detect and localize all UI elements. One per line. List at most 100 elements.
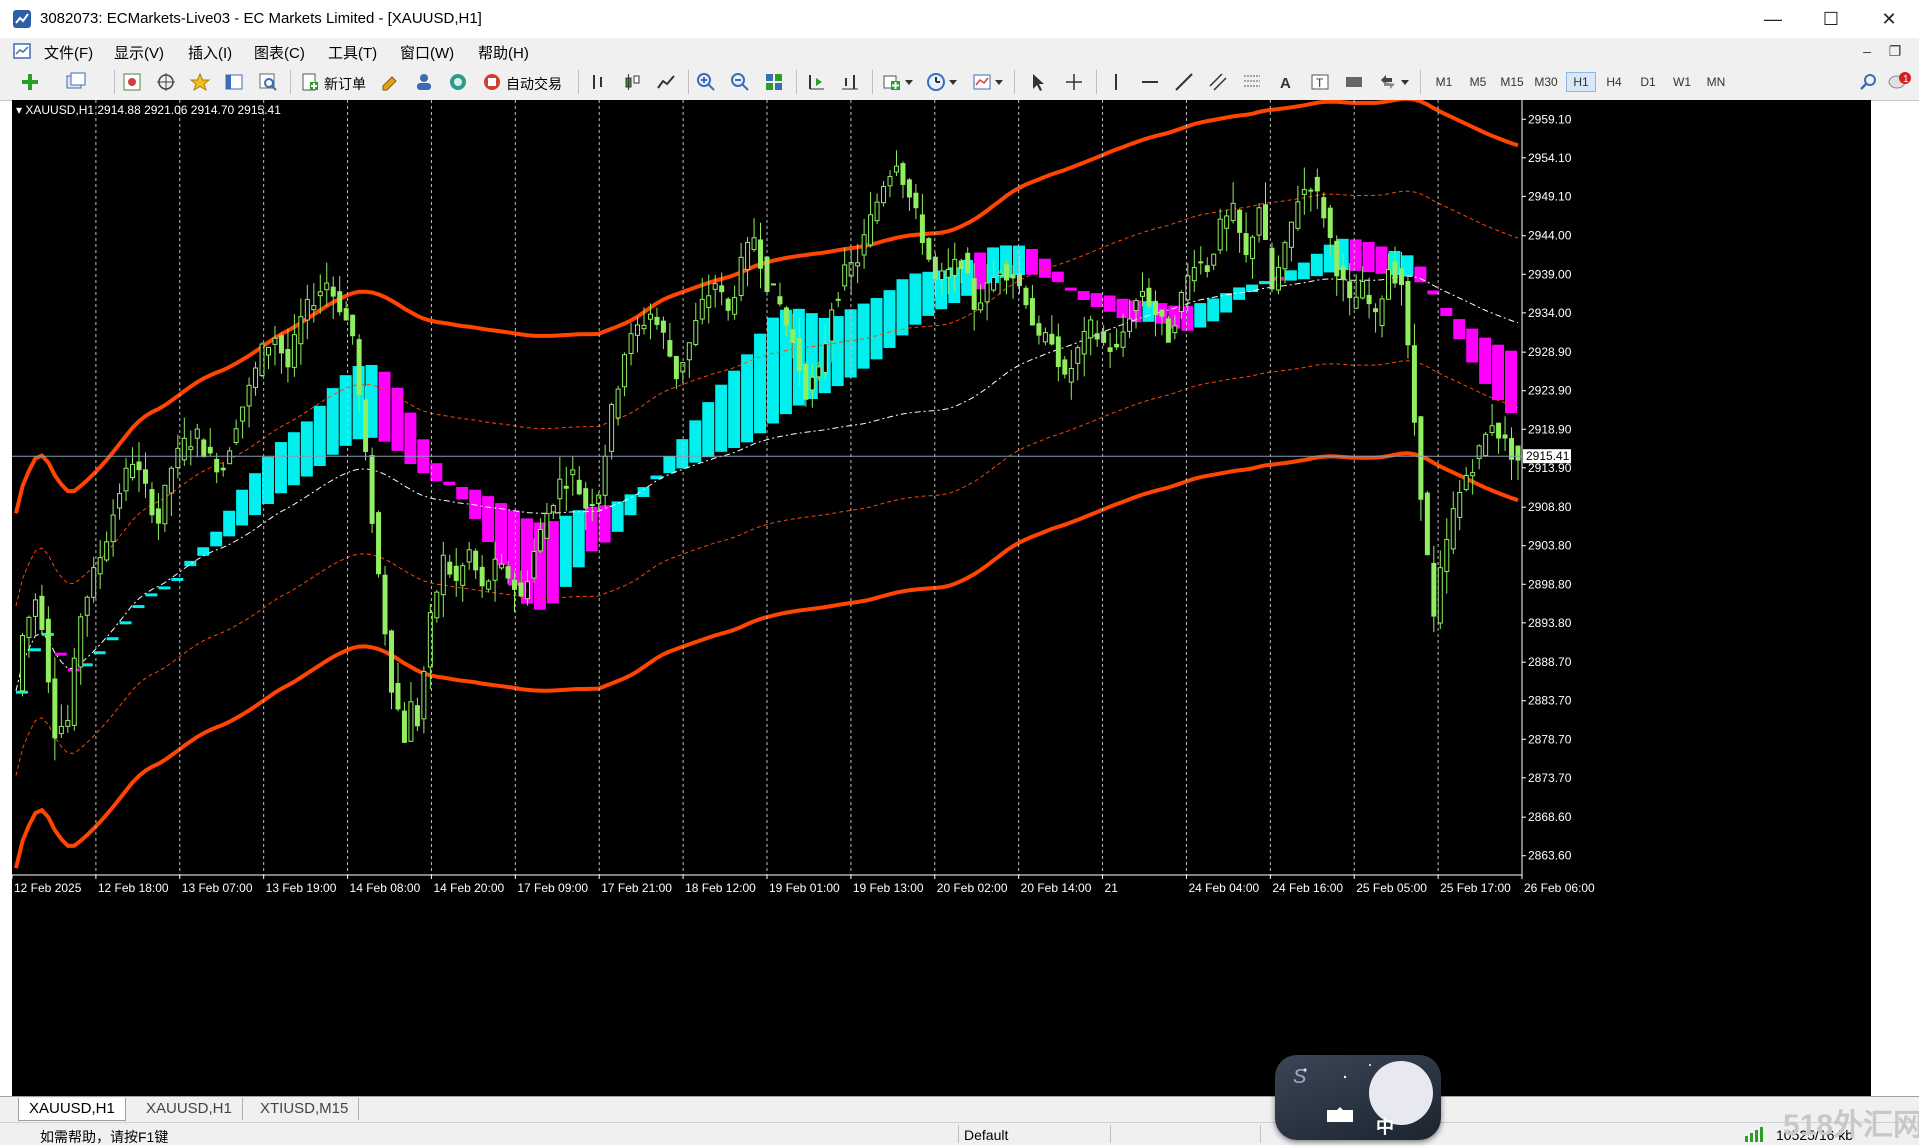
candle-body	[447, 561, 453, 575]
menu-tools[interactable]: 工具(T)	[328, 42, 377, 63]
candle-body	[84, 596, 90, 616]
templates-button[interactable]	[970, 70, 994, 94]
timeframe-w1[interactable]: W1	[1668, 72, 1696, 92]
candle-body	[376, 512, 382, 575]
terminal-button[interactable]	[222, 70, 246, 94]
indicators-button[interactable]	[880, 70, 904, 94]
new-order-button[interactable]: 新订单	[324, 74, 366, 94]
line-chart-button[interactable]	[654, 70, 678, 94]
ime-widget[interactable]: S 中	[1275, 1055, 1441, 1140]
candle-body	[583, 488, 589, 509]
candle-body	[868, 214, 874, 246]
indicator-block	[1064, 287, 1077, 291]
bar-chart-button[interactable]	[586, 70, 610, 94]
ime-mode-label[interactable]: 中	[1376, 1113, 1394, 1139]
tile-windows-button[interactable]	[762, 70, 786, 94]
candle-body	[1165, 318, 1171, 343]
menu-charts[interactable]: 图表(C)	[254, 42, 305, 63]
menu-help[interactable]: 帮助(H)	[478, 42, 529, 63]
indicator-block	[1077, 291, 1090, 301]
text-label-tool[interactable]: T	[1308, 70, 1332, 94]
candle-body	[945, 268, 951, 278]
new-chart-button[interactable]	[18, 70, 42, 94]
tab-xauusd-h1[interactable]: XAUUSD,H1	[18, 1098, 126, 1121]
close-button[interactable]: ✕	[1860, 0, 1918, 38]
vertical-line-tool[interactable]	[1104, 70, 1128, 94]
tab-xtiusd-m15[interactable]: XTIUSD,M15	[250, 1098, 360, 1120]
mdi-restore-button[interactable]: ❐	[1884, 42, 1906, 60]
indicator-block	[106, 637, 119, 641]
menu-file[interactable]: 文件(F)	[44, 42, 93, 63]
signals-button[interactable]	[446, 70, 470, 94]
candle-body	[1379, 298, 1385, 327]
text-tool[interactable]: A	[1274, 70, 1298, 94]
candle-body	[790, 329, 796, 343]
navigator-button[interactable]	[188, 70, 212, 94]
arrows-dropdown[interactable]	[1400, 70, 1410, 94]
indicator-block	[236, 489, 249, 526]
new-order-icon-button[interactable]	[298, 70, 322, 94]
timeframe-m1[interactable]: M1	[1430, 72, 1458, 92]
candle-body	[1140, 291, 1145, 297]
candle-body	[1470, 472, 1476, 477]
minimize-button[interactable]: —	[1744, 0, 1802, 38]
periods-dropdown[interactable]	[948, 70, 958, 94]
zoom-in-button[interactable]	[694, 70, 718, 94]
chat-bubble-icon: 1	[1888, 72, 1911, 89]
market-watch-icon	[123, 73, 141, 91]
timeframe-m15[interactable]: M15	[1498, 72, 1526, 92]
mdi-minimize-button[interactable]: ‒	[1856, 42, 1878, 60]
chart-shift-button[interactable]	[838, 70, 862, 94]
price-chart[interactable]: 2959.10 2954.10 2949.10 2944.00 2939.00 2934.…	[12, 100, 1871, 1096]
indicator-block	[274, 442, 287, 494]
auto-trading-button[interactable]: 自动交易	[506, 74, 562, 94]
timeframe-d1[interactable]: D1	[1634, 72, 1662, 92]
timeframe-m30[interactable]: M30	[1532, 72, 1560, 92]
trendline-icon	[1175, 73, 1193, 91]
chart-menu-triangle-icon[interactable]: ▾	[16, 103, 25, 117]
maximize-button[interactable]: ☐	[1802, 0, 1860, 38]
horizontal-line-tool[interactable]	[1138, 70, 1162, 94]
candlestick-button[interactable]	[620, 70, 644, 94]
menu-insert[interactable]: 插入(I)	[188, 42, 232, 63]
status-bar: 如需帮助，请按F1键 Default 10525/16 kb	[0, 1122, 1919, 1145]
crosshair-tool[interactable]	[1062, 70, 1086, 94]
periods-button[interactable]	[924, 70, 948, 94]
timeframe-h1[interactable]: H1	[1566, 72, 1596, 92]
rectangle-tool[interactable]	[1342, 70, 1366, 94]
candle-body	[550, 505, 556, 513]
data-window-button[interactable]	[154, 70, 178, 94]
indicators-dropdown[interactable]	[904, 70, 914, 94]
chart-area[interactable]: 2959.10 2954.10 2949.10 2944.00 2939.00 2934.…	[12, 100, 1871, 1096]
metaeditor-button[interactable]	[378, 70, 402, 94]
candle-body	[997, 272, 1003, 276]
timeframe-h4[interactable]: H4	[1600, 72, 1628, 92]
time-tick-label: 19 Feb 13:00	[853, 881, 924, 895]
chart-window-icon[interactable]	[12, 41, 32, 61]
templates-dropdown[interactable]	[994, 70, 1004, 94]
account-button[interactable]	[412, 70, 436, 94]
tab-xauusd-h1-second[interactable]: XAUUSD,H1	[136, 1098, 243, 1120]
timeframe-m5[interactable]: M5	[1464, 72, 1492, 92]
strategy-tester-button[interactable]	[256, 70, 280, 94]
market-watch-button[interactable]	[120, 70, 144, 94]
equidistant-channel-tool[interactable]	[1206, 70, 1230, 94]
notifications-button[interactable]: 1	[1888, 70, 1912, 94]
zoom-out-button[interactable]	[728, 70, 752, 94]
autoscroll-button[interactable]	[804, 70, 828, 94]
arrows-tool[interactable]	[1376, 70, 1400, 94]
auto-trading-icon-button[interactable]	[480, 70, 504, 94]
trendline-tool[interactable]	[1172, 70, 1196, 94]
menu-view[interactable]: 显示(V)	[114, 42, 164, 63]
timeframe-mn[interactable]: MN	[1702, 72, 1730, 92]
candle-body	[893, 165, 899, 173]
fibonacci-tool[interactable]	[1240, 70, 1264, 94]
menu-window[interactable]: 窗口(W)	[400, 42, 454, 63]
search-button[interactable]	[1856, 70, 1880, 94]
cursor-tool[interactable]	[1026, 70, 1050, 94]
profiles-button[interactable]	[64, 70, 88, 94]
indicator-block	[210, 531, 223, 547]
candle-body	[1457, 491, 1463, 518]
candle-body	[1334, 240, 1340, 277]
candle-body	[78, 616, 84, 668]
